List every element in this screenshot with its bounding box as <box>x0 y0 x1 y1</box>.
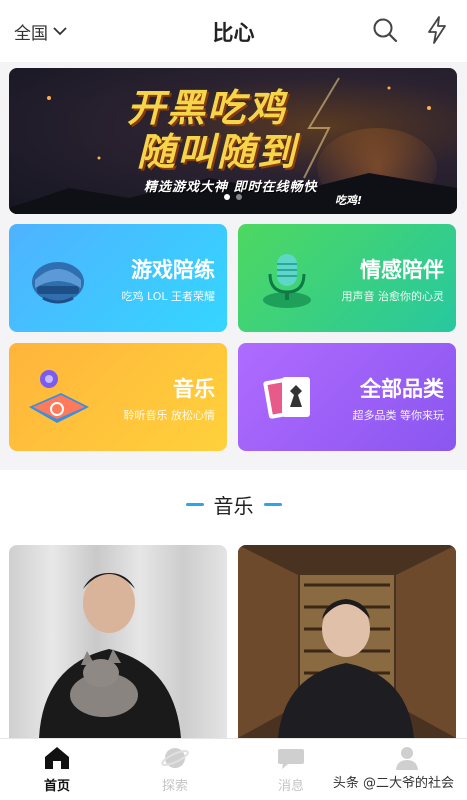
banner-headline: 开黑吃鸡 随叫随到 <box>127 86 297 174</box>
category-subtitle: 用声音 治愈你的心灵 <box>341 290 445 303</box>
category-title: 游戏陪练 <box>131 258 215 282</box>
carousel-indicator <box>9 194 457 200</box>
lightning-icon <box>428 16 446 44</box>
category-subtitle: 聆听音乐 放松心情 <box>123 409 216 422</box>
category-card-game[interactable]: 游戏陪练 吃鸡 LOL 王者荣耀 <box>9 224 227 332</box>
planet-icon <box>161 748 189 768</box>
tab-explore[interactable]: 探索 <box>130 745 220 797</box>
person-icon <box>396 747 418 770</box>
section-header: 音乐 <box>0 490 467 519</box>
tab-label: 首页 <box>43 779 70 794</box>
banner-headline-line2: 随叫随到 <box>137 130 298 174</box>
category-title: 音乐 <box>173 377 215 401</box>
category-title: 情感陪伴 <box>360 258 444 282</box>
host-photo <box>39 573 181 738</box>
microphone-icon <box>263 254 311 308</box>
music-section: 音乐 <box>0 470 467 738</box>
home-icon <box>45 747 69 769</box>
cards-chess-icon <box>263 377 310 419</box>
category-card-music[interactable]: 音乐 聆听音乐 放松心情 <box>9 343 227 451</box>
chat-bubble-icon <box>278 749 304 769</box>
banner-tagline: 精选游戏大神 即时在线畅快 <box>144 180 318 195</box>
region-selector[interactable]: 全国 <box>14 18 68 44</box>
tab-label: 探索 <box>161 779 188 794</box>
category-card-emotion[interactable]: 情感陪伴 用声音 治愈你的心灵 <box>238 224 456 332</box>
category-subtitle: 超多品类 等你来玩 <box>352 409 445 422</box>
region-label: 全国 <box>14 23 48 44</box>
category-card-all[interactable]: 全部品类 超多品类 等你来玩 <box>238 343 456 451</box>
music-host-card[interactable] <box>9 545 227 738</box>
carousel-dot[interactable] <box>236 194 242 200</box>
tab-home[interactable]: 首页 <box>12 745 102 797</box>
quick-match-button[interactable] <box>421 14 453 46</box>
search-button[interactable] <box>369 14 401 46</box>
section-title: 音乐 <box>213 494 254 518</box>
music-host-card[interactable] <box>238 545 456 738</box>
category-subtitle: 吃鸡 LOL 王者荣耀 <box>121 290 215 303</box>
chevron-down-icon <box>53 27 67 36</box>
category-title: 全部品类 <box>360 377 444 401</box>
tab-messages[interactable]: 消息 <box>246 745 336 797</box>
section-title-bar <box>185 503 204 506</box>
watermark-text: 头条 @二大爷的社会 <box>329 771 457 792</box>
host-photo <box>238 545 456 738</box>
top-bar: 全国 比心 <box>0 0 467 62</box>
music-stage-icon <box>29 370 89 423</box>
carousel-dot[interactable] <box>224 194 230 200</box>
search-icon <box>373 18 398 43</box>
section-title-bar <box>263 503 282 506</box>
helmet-icon <box>32 262 84 304</box>
banner-headline-line1: 开黑吃鸡 <box>127 86 288 130</box>
promo-banner[interactable]: 开黑吃鸡 随叫随到 精选游戏大神 即时在线畅快 吃鸡! <box>9 68 457 214</box>
tab-label: 消息 <box>277 779 304 794</box>
bottom-tab-bar: 首页 探索 消息 我的 头条 @二大爷的社会 <box>0 738 467 800</box>
